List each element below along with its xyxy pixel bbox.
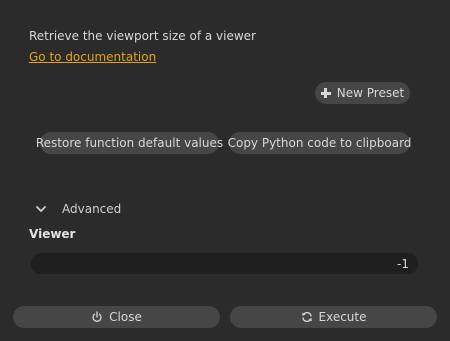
refresh-icon	[301, 312, 312, 322]
power-icon	[92, 311, 102, 322]
close-button[interactable]: Close	[13, 306, 220, 328]
advanced-section-toggle[interactable]: Advanced	[34, 200, 121, 218]
documentation-link[interactable]: Go to documentation	[29, 50, 156, 64]
copy-python-code-button[interactable]: Copy Python code to clipboard	[227, 132, 412, 154]
viewer-label: Viewer	[29, 227, 76, 241]
new-preset-label: New Preset	[336, 86, 405, 100]
execute-button[interactable]: Execute	[230, 306, 437, 328]
close-label: Close	[109, 310, 142, 324]
function-description: Retrieve the viewport size of a viewer	[29, 29, 256, 43]
viewer-value: -1	[397, 256, 409, 271]
restore-defaults-button[interactable]: Restore function default values	[36, 132, 223, 154]
new-preset-button[interactable]: New Preset	[315, 82, 410, 104]
restore-defaults-label: Restore function default values	[35, 136, 224, 150]
copy-python-code-label: Copy Python code to clipboard	[227, 136, 412, 150]
plus-icon	[320, 88, 331, 98]
advanced-label: Advanced	[62, 202, 122, 216]
viewer-input[interactable]: -1	[31, 253, 418, 274]
execute-label: Execute	[318, 310, 367, 324]
chevron-down-icon	[36, 206, 46, 212]
